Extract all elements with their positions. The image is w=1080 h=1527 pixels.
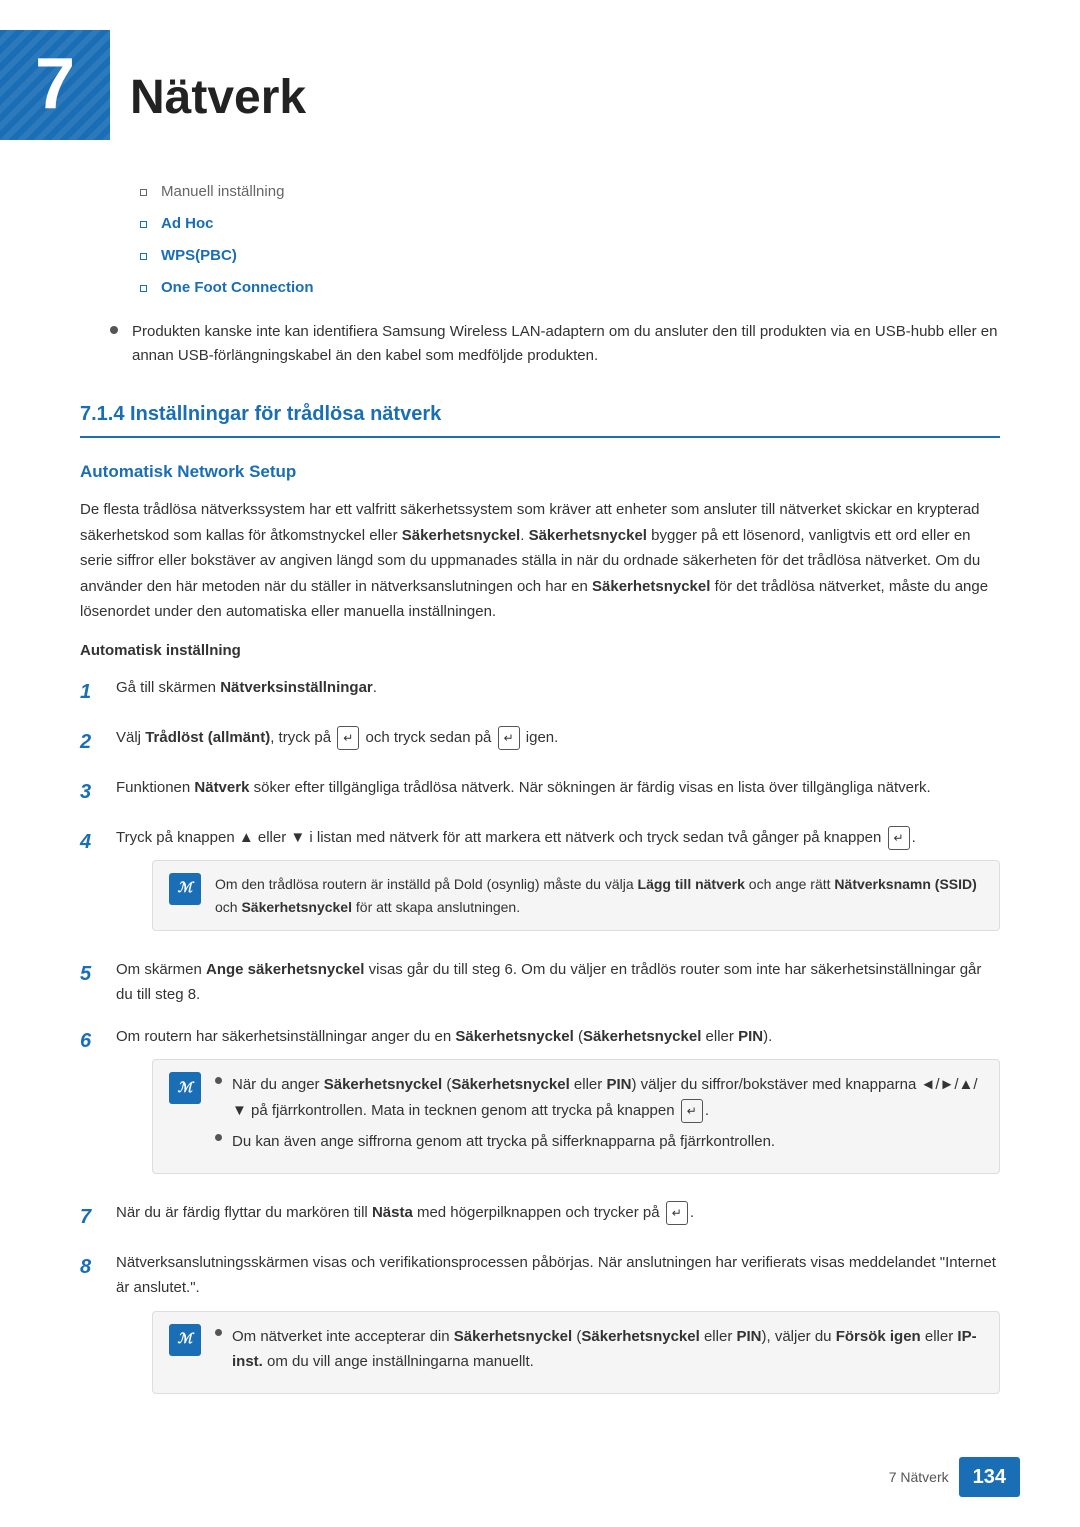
sub-items-list: Manuell inställning Ad Hoc WPS(PBC) One …	[140, 180, 1000, 300]
step-8: 8 Nätverksanslutningsskärmen visas och v…	[80, 1250, 1000, 1404]
step-4-content: Tryck på knappen ▲ eller ▼ i listan med …	[116, 825, 1000, 941]
note-content: Om den trådlösa routern är inställd på D…	[215, 873, 983, 918]
note-bullet-text: Du kan även ange siffrorna genom att try…	[232, 1129, 775, 1155]
body-paragraph: De flesta trådlösa nätverkssystem har et…	[80, 497, 1000, 625]
item-text: Ad Hoc	[161, 212, 214, 236]
note-bullet-item: Om nätverket inte accepterar din Säkerhe…	[215, 1324, 983, 1375]
step-1: 1 Gå till skärmen Nätverksinställningar.	[80, 675, 1000, 709]
footer-page-number: 134	[959, 1457, 1020, 1497]
step-2-content: Välj Trådlöst (allmänt), tryck på ↵ och …	[116, 725, 1000, 751]
enter-button-icon: ↵	[498, 726, 520, 750]
step-5: 5 Om skärmen Ange säkerhetsnyckel visas …	[80, 957, 1000, 1008]
note-bullet-item: Du kan även ange siffrorna genom att try…	[215, 1129, 983, 1155]
step-5-content: Om skärmen Ange säkerhetsnyckel visas gå…	[116, 957, 1000, 1008]
automatisk-heading: Automatisk inställning	[80, 639, 1000, 663]
enter-button-icon: ↵	[888, 826, 910, 850]
step-8-content: Nätverksanslutningsskärmen visas och ver…	[116, 1250, 1000, 1404]
list-item: One Foot Connection	[140, 276, 1000, 300]
step-3-content: Funktionen Nätverk söker efter tillgängl…	[116, 775, 1000, 801]
page-footer: 7 Nätverk 134	[889, 1457, 1020, 1497]
step-6: 6 Om routern har säkerhetsinställningar …	[80, 1024, 1000, 1184]
main-content: Manuell inställning Ad Hoc WPS(PBC) One …	[0, 180, 1080, 1500]
enter-button-icon: ↵	[337, 726, 359, 750]
step-6-content: Om routern har säkerhetsinställningar an…	[116, 1024, 1000, 1184]
note-icon: ℳ	[169, 1072, 201, 1104]
note-bullet-text: När du anger Säkerhetsnyckel (Säkerhetsn…	[232, 1072, 983, 1123]
subsection-heading: Automatisk Network Setup	[80, 458, 1000, 485]
chapter-number: 7	[0, 30, 110, 140]
list-item: WPS(PBC)	[140, 244, 1000, 268]
enter-button-icon: ↵	[666, 1201, 688, 1225]
item-text: Manuell inställning	[161, 180, 284, 204]
step-2: 2 Välj Trådlöst (allmänt), tryck på ↵ oc…	[80, 725, 1000, 759]
section-7-1-4-heading: 7.1.4 Inställningar för trådlösa nätverk	[80, 398, 1000, 438]
list-item: Manuell inställning	[140, 180, 1000, 204]
page-header: 7 Nätverk	[0, 0, 1080, 160]
step-num-5: 5	[80, 957, 116, 991]
step-1-content: Gå till skärmen Nätverksinställningar.	[116, 675, 1000, 701]
note-bullets: Om nätverket inte accepterar din Säkerhe…	[215, 1324, 983, 1375]
note-bullet-item: När du anger Säkerhetsnyckel (Säkerhetsn…	[215, 1072, 983, 1123]
step-7: 7 När du är färdig flyttar du markören t…	[80, 1200, 1000, 1234]
note-icon: ℳ	[169, 1324, 201, 1356]
step-num-7: 7	[80, 1200, 116, 1234]
note-box-6: ℳ När du anger Säkerhetsnyckel (Säkerhet…	[152, 1059, 1000, 1174]
note-box-4: ℳ Om den trådlösa routern är inställd på…	[152, 860, 1000, 931]
note-box-8: ℳ Om nätverket inte accepterar din Säker…	[152, 1311, 1000, 1394]
note-content: När du anger Säkerhetsnyckel (Säkerhetsn…	[215, 1072, 983, 1161]
step-num-8: 8	[80, 1250, 116, 1284]
step-num-6: 6	[80, 1024, 116, 1058]
footer-chapter-label: 7 Nätverk	[889, 1466, 949, 1488]
warning-text: Produkten kanske inte kan identifiera Sa…	[132, 320, 1000, 368]
note-bullets: När du anger Säkerhetsnyckel (Säkerhetsn…	[215, 1072, 983, 1155]
note-content: Om nätverket inte accepterar din Säkerhe…	[215, 1324, 983, 1381]
step-4: 4 Tryck på knappen ▲ eller ▼ i listan me…	[80, 825, 1000, 941]
note-icon: ℳ	[169, 873, 201, 905]
warning-item: Produkten kanske inte kan identifiera Sa…	[110, 320, 1000, 368]
chapter-title: Nätverk	[130, 30, 306, 137]
enter-button-icon: ↵	[681, 1099, 703, 1123]
step-3: 3 Funktionen Nätverk söker efter tillgän…	[80, 775, 1000, 809]
steps-list: 1 Gå till skärmen Nätverksinställningar.…	[80, 675, 1000, 1404]
step-7-content: När du är färdig flyttar du markören til…	[116, 1200, 1000, 1226]
step-num-2: 2	[80, 725, 116, 759]
item-text: One Foot Connection	[161, 276, 313, 300]
step-num-3: 3	[80, 775, 116, 809]
step-num-1: 1	[80, 675, 116, 709]
note-bullet-text: Om nätverket inte accepterar din Säkerhe…	[232, 1324, 983, 1375]
warning-list: Produkten kanske inte kan identifiera Sa…	[110, 320, 1000, 368]
list-item: Ad Hoc	[140, 212, 1000, 236]
step-num-4: 4	[80, 825, 116, 859]
item-text: WPS(PBC)	[161, 244, 237, 268]
